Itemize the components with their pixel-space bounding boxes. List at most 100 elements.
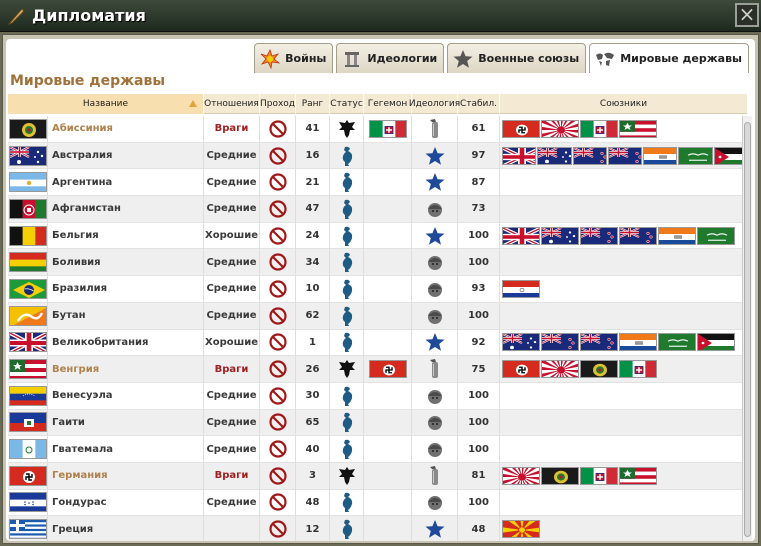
table-row[interactable]: Бутан Средние 62 100: [8, 302, 748, 330]
hegemon-flag-germany[interactable]: [368, 360, 407, 379]
table-row[interactable]: Бельгия Хорошие 24 100: [8, 222, 748, 250]
ally-flag-southafrica[interactable]: [619, 333, 657, 352]
no-passage-icon[interactable]: [260, 409, 296, 436]
ally-flag-nz[interactable]: [572, 146, 607, 165]
blue-eagle-icon: [330, 249, 364, 276]
column-header-stability[interactable]: Стабил.: [458, 94, 500, 114]
ally-flag-saudi[interactable]: [678, 146, 713, 165]
column-header-rank[interactable]: Ранг: [296, 94, 330, 114]
table-row[interactable]: Венесуэла Средние 30 100: [8, 382, 748, 410]
table-row[interactable]: Аргентина Средние 21 87: [8, 169, 748, 197]
ally-flag-germany[interactable]: [502, 119, 540, 138]
no-passage-icon[interactable]: [260, 195, 296, 222]
country-name[interactable]: Бельгия: [48, 222, 204, 249]
country-name[interactable]: Венесуэла: [48, 382, 204, 409]
tab-world-map[interactable]: Мировые державы: [589, 43, 749, 73]
country-name[interactable]: Афганистан: [48, 195, 204, 222]
column-header-status[interactable]: Статус: [330, 94, 364, 114]
country-name[interactable]: Великобритания: [48, 329, 204, 356]
table-row[interactable]: Гватемала Средние 40 100: [8, 436, 748, 463]
column-header-hegemon[interactable]: Гегемон: [364, 94, 412, 114]
table-row[interactable]: Венгрия Враги 26 75: [8, 356, 748, 383]
ally-flag-nz[interactable]: [580, 226, 618, 245]
no-passage-icon[interactable]: [260, 516, 296, 541]
table-row[interactable]: Бразилия Средние 10 93: [8, 275, 748, 303]
ally-flag-australia[interactable]: [537, 146, 572, 165]
ally-flag-nz[interactable]: [607, 146, 643, 165]
table-row[interactable]: Абиссиния Враги 41 61: [8, 116, 748, 143]
scrollbar[interactable]: [742, 116, 752, 541]
tab-pillar[interactable]: Идеологии: [336, 43, 445, 73]
column-header-passage[interactable]: Проход: [260, 94, 296, 114]
ally-flag-nz[interactable]: [580, 333, 618, 352]
ally-flag-paraguay[interactable]: [502, 279, 540, 298]
no-passage-icon[interactable]: [260, 249, 296, 276]
ally-flag-abyssinia[interactable]: [541, 466, 579, 485]
no-passage-icon[interactable]: [260, 222, 296, 249]
no-passage-icon[interactable]: [260, 169, 296, 196]
scroll-thumb[interactable]: [744, 122, 751, 537]
country-name[interactable]: Германия: [48, 462, 204, 489]
ally-flag-uk[interactable]: [502, 146, 537, 165]
column-header-relations[interactable]: Отношения: [204, 94, 260, 114]
ally-flag-nz[interactable]: [541, 333, 579, 352]
ally-flag-nz[interactable]: [619, 226, 657, 245]
ally-flag-macedonia[interactable]: [502, 520, 540, 539]
country-name[interactable]: Боливия: [48, 249, 204, 276]
ally-flag-saudi[interactable]: [658, 333, 696, 352]
no-passage-icon[interactable]: [260, 142, 296, 169]
table-row[interactable]: Гондурас Средние 48 100: [8, 489, 748, 517]
table-row[interactable]: Великобритания Хорошие 1 92: [8, 329, 748, 357]
ally-flag-australia[interactable]: [502, 333, 540, 352]
table-row[interactable]: Германия Враги 3 81: [8, 462, 748, 490]
close-button[interactable]: ×: [735, 3, 759, 27]
ally-flag-southafrica[interactable]: [658, 226, 696, 245]
ally-flag-japan[interactable]: [541, 360, 579, 379]
no-passage-icon[interactable]: [260, 489, 296, 516]
no-passage-icon[interactable]: [260, 436, 296, 463]
table-row[interactable]: Греция 12 48: [8, 516, 748, 541]
country-name[interactable]: Гаити: [48, 409, 204, 436]
ally-flag-japan[interactable]: [541, 119, 579, 138]
relations-value: Средние: [204, 275, 260, 302]
no-passage-icon[interactable]: [260, 382, 296, 409]
ally-flag-saudi[interactable]: [697, 226, 735, 245]
ally-flag-italy[interactable]: [580, 466, 618, 485]
ally-flag-uk[interactable]: [502, 226, 540, 245]
table-row[interactable]: Боливия Средние 34 100: [8, 249, 748, 277]
ally-flag-italy[interactable]: [619, 360, 657, 379]
table-row[interactable]: Афганистан Средние 47 73: [8, 195, 748, 223]
ally-flag-southafrica[interactable]: [643, 146, 678, 165]
ally-flag-hungary[interactable]: [619, 119, 657, 138]
no-passage-icon[interactable]: [260, 302, 296, 329]
no-passage-icon[interactable]: [260, 462, 296, 489]
country-name[interactable]: Гватемала: [48, 436, 204, 463]
country-name[interactable]: Аргентина: [48, 169, 204, 196]
table-row[interactable]: Гаити Средние 65 100: [8, 409, 748, 437]
country-name[interactable]: Бутан: [48, 302, 204, 329]
ally-flag-australia[interactable]: [541, 226, 579, 245]
tab-star[interactable]: Военные союзы: [447, 43, 587, 73]
country-name[interactable]: Греция: [48, 516, 204, 541]
column-header-name[interactable]: Название: [8, 94, 204, 114]
no-passage-icon[interactable]: [260, 275, 296, 302]
table-row[interactable]: Австралия Средние 16 97: [8, 142, 748, 170]
country-name[interactable]: Венгрия: [48, 356, 204, 383]
column-header-ideology[interactable]: Идеология: [409, 94, 460, 114]
column-header-allies[interactable]: Союзники: [500, 94, 748, 114]
country-name[interactable]: Гондурас: [48, 489, 204, 516]
ally-flag-germany[interactable]: [502, 360, 540, 379]
tab-explosion[interactable]: Войны: [254, 43, 334, 73]
country-name[interactable]: Абиссиния: [48, 116, 204, 142]
ally-flag-jordan[interactable]: [697, 333, 735, 352]
hegemon-flag-italy[interactable]: [368, 119, 407, 138]
no-passage-icon[interactable]: [260, 329, 296, 356]
ally-flag-abyssinia[interactable]: [580, 360, 618, 379]
country-name[interactable]: Австралия: [48, 142, 204, 169]
country-name[interactable]: Бразилия: [48, 275, 204, 302]
no-passage-icon[interactable]: [260, 116, 296, 142]
ally-flag-hungary[interactable]: [619, 466, 657, 485]
no-passage-icon[interactable]: [260, 356, 296, 383]
ally-flag-japan[interactable]: [502, 466, 540, 485]
ally-flag-italy[interactable]: [580, 119, 618, 138]
